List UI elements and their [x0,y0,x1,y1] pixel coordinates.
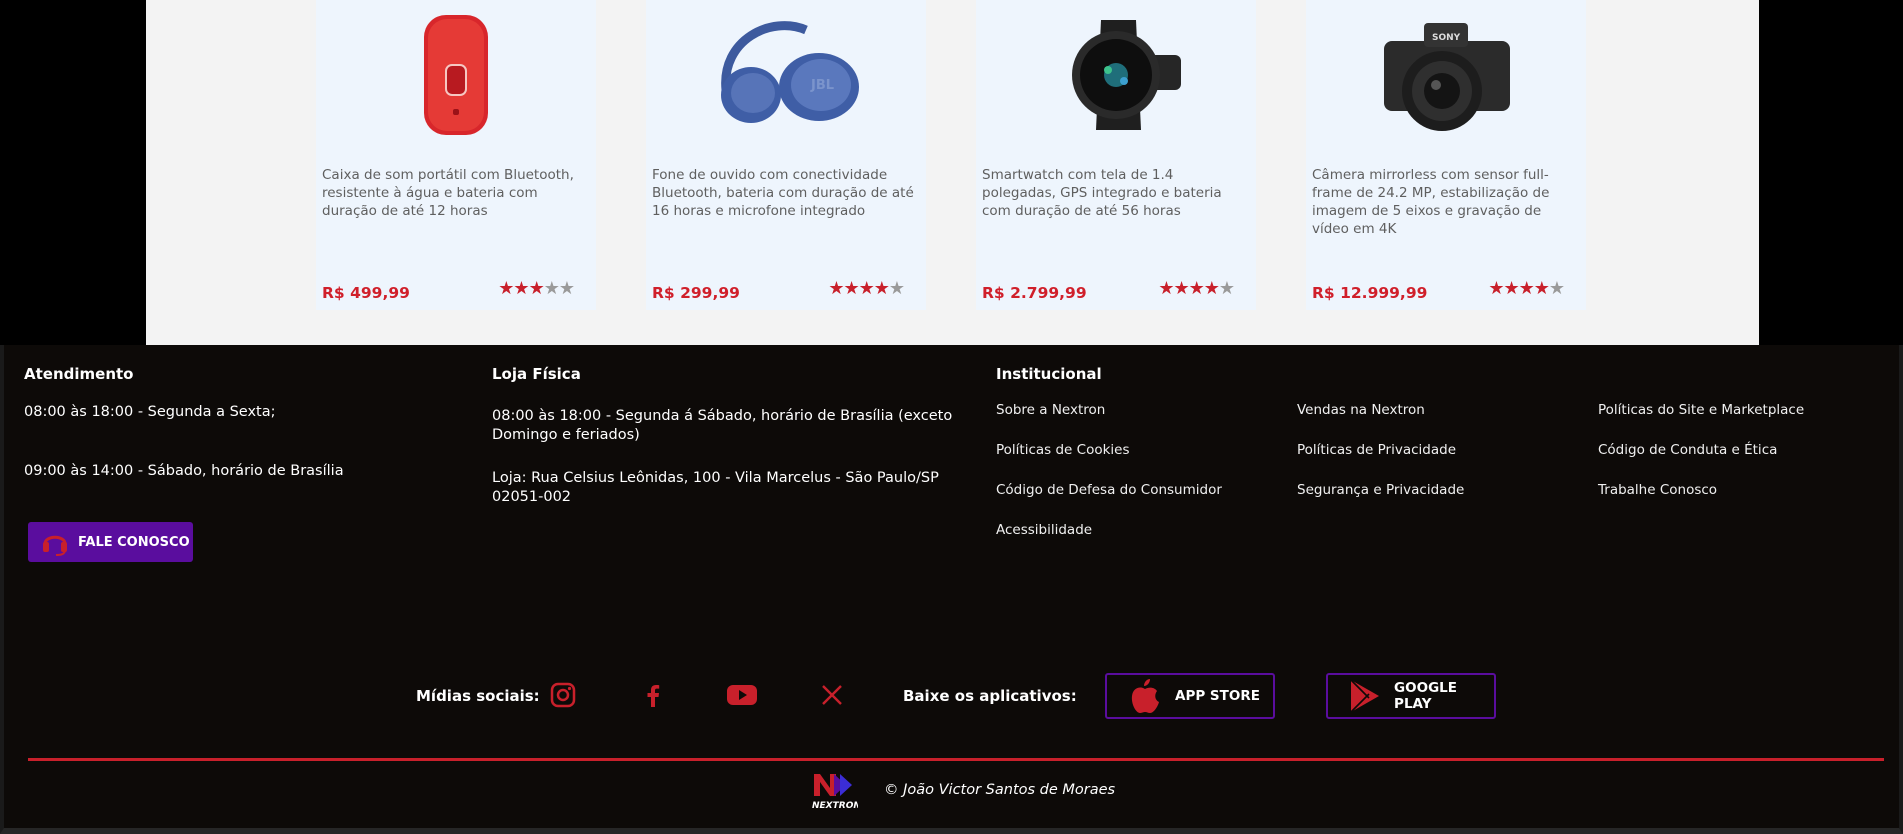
star-icon: ★ [1218,278,1235,298]
star-icon: ★★★ [498,278,544,298]
atendimento-hours-weekdays: 08:00 às 18:00 - Segunda a Sexta; [24,404,276,420]
link-trabalhe-conosco[interactable]: Trabalhe Conosco [1598,482,1717,498]
star-icon: ★ [1548,278,1565,298]
atendimento-hours-saturday: 09:00 às 14:00 - Sábado, horário de Bras… [24,463,344,479]
apps-label: Baixe os aplicativos: [903,687,1077,705]
top-band: Caixa de som portátil com Bluetooth, res… [0,0,1903,345]
site-footer: Atendimento 08:00 às 18:00 - Segunda a S… [0,345,1903,834]
star-icon: ★ [888,278,905,298]
link-codigo-conduta[interactable]: Código de Conduta e Ética [1598,442,1777,458]
facebook-icon[interactable] [637,679,669,711]
youtube-icon[interactable] [726,679,758,711]
app-store-label: APP STORE [1175,688,1260,704]
fale-conosco-button[interactable]: FALE CONOSCO [28,522,193,562]
link-acessibilidade[interactable]: Acessibilidade [996,522,1092,538]
product-card[interactable]: JBL Fone de ouvido com conectividade Blu… [646,0,926,310]
headset-icon [38,525,72,559]
product-image[interactable] [316,0,596,150]
star-icon: ★★ [543,278,575,298]
institucional-title: Institucional [996,365,1102,383]
loja-fisica-title: Loja Física [492,365,581,383]
google-play-button[interactable]: GOOGLE PLAY [1326,673,1496,719]
google-play-icon [1346,676,1384,716]
link-politicas-site[interactable]: Políticas do Site e Marketplace [1598,402,1804,418]
star-icon: ★★★★ [1158,278,1220,298]
link-seguranca-privacidade[interactable]: Segurança e Privacidade [1297,482,1464,498]
svg-text:SONY: SONY [1432,33,1461,43]
product-card[interactable]: SONY Câmera mirrorless com sensor full-f… [1306,0,1586,310]
svg-text:JBL: JBL [810,78,834,93]
product-description: Câmera mirrorless com sensor full-frame … [1312,167,1550,237]
mirrorless-camera-icon: SONY [1384,23,1510,131]
social-label: Mídias sociais: [416,687,540,705]
star-icon: ★★★★ [828,278,890,298]
product-image[interactable]: JBL [646,0,926,150]
copyright-text: © João Victor Santos de Moraes [884,782,1116,798]
fale-conosco-label: FALE CONOSCO [78,534,190,550]
atendimento-title: Atendimento [24,365,134,383]
loja-address: Loja: Rua Celsius Leônidas, 100 - Vila M… [492,470,939,505]
product-price: R$ 2.799,99 [982,284,1087,302]
google-play-label: GOOGLE PLAY [1394,680,1457,712]
rating-stars: ★★★★★ [498,278,575,299]
product-image[interactable]: SONY [1306,0,1586,150]
headphones-icon: JBL [721,21,859,123]
star-icon: ★★★★ [1488,278,1550,298]
link-codigo-defesa[interactable]: Código de Defesa do Consumidor [996,482,1222,498]
rating-stars: ★★★★★ [828,278,905,299]
rating-stars: ★★★★★ [1158,278,1235,299]
product-description: Caixa de som portátil com Bluetooth, res… [322,167,574,219]
product-image[interactable] [976,0,1256,150]
footer-divider [28,758,1884,761]
product-price: R$ 12.999,99 [1312,284,1428,302]
nextron-logo: NEXTRON [810,770,861,811]
link-sobre-nextron[interactable]: Sobre a Nextron [996,402,1105,418]
product-price: R$ 499,99 [322,284,410,302]
rating-stars: ★★★★★ [1488,278,1565,299]
link-vendas-nextron[interactable]: Vendas na Nextron [1297,402,1425,418]
logo-text: NEXTRON [812,801,858,810]
product-description: Fone de ouvido com conectividade Bluetoo… [652,167,914,219]
link-politicas-privacidade[interactable]: Políticas de Privacidade [1297,442,1456,458]
product-card[interactable]: Smartwatch com tela de 1.4 polegadas, GP… [976,0,1256,310]
products-panel: Caixa de som portátil com Bluetooth, res… [146,0,1759,345]
product-card[interactable]: Caixa de som portátil com Bluetooth, res… [316,0,596,310]
smartwatch-icon [1072,20,1181,130]
link-politicas-cookies[interactable]: Políticas de Cookies [996,442,1130,458]
loja-hours: 08:00 às 18:00 - Segunda á Sábado, horár… [492,408,953,443]
app-store-button[interactable]: APP STORE [1105,673,1275,719]
apple-icon [1125,676,1165,716]
instagram-icon[interactable] [547,679,579,711]
product-description: Smartwatch com tela de 1.4 polegadas, GP… [982,167,1222,219]
bluetooth-speaker-icon [424,15,488,135]
product-price: R$ 299,99 [652,284,740,302]
x-icon[interactable] [816,679,848,711]
